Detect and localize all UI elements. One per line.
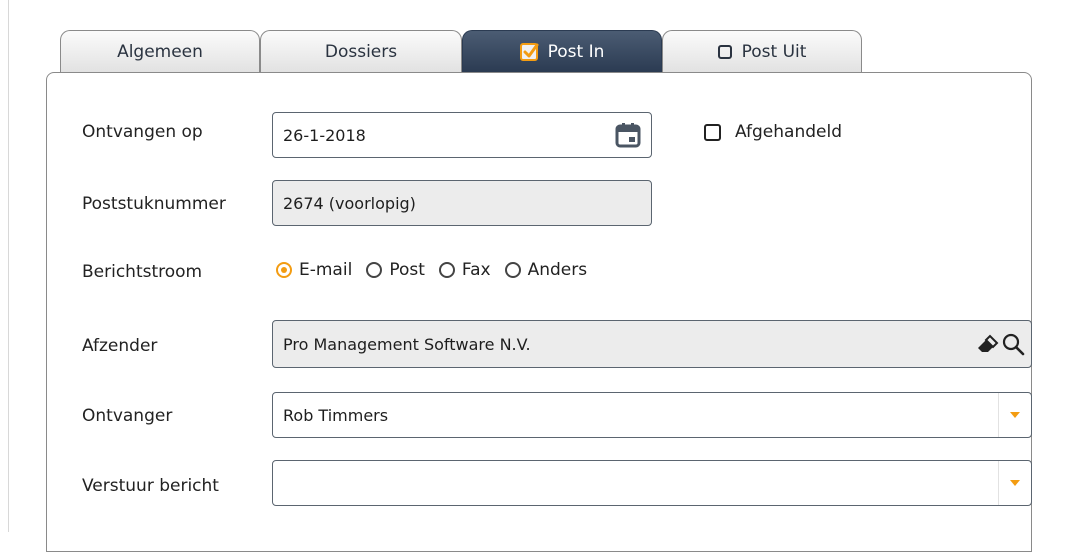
sender-actions <box>975 332 1025 356</box>
channel-label: Berichtstroom <box>82 262 203 282</box>
chevron-down-icon <box>1010 480 1020 486</box>
sender-field[interactable]: Pro Management Software N.V. <box>272 320 1032 368</box>
radio-icon[interactable] <box>438 262 455 278</box>
recipient-value: Rob Timmers <box>283 405 389 425</box>
dropdown-button[interactable] <box>998 461 1031 505</box>
radio-anders[interactable]: Anders <box>504 260 588 280</box>
calendar-icon[interactable] <box>615 122 641 148</box>
tab-dossiers[interactable]: Dossiers <box>260 30 462 72</box>
tab-algemeen[interactable]: Algemeen <box>60 30 260 72</box>
chevron-down-icon <box>1010 412 1020 418</box>
checkbox-icon[interactable] <box>717 44 732 59</box>
tab-post-uit[interactable]: Post Uit <box>662 30 862 72</box>
radio-email[interactable]: E-mail <box>276 260 352 280</box>
checkbox-icon[interactable] <box>704 123 721 141</box>
number-label: Poststuknummer <box>82 194 226 214</box>
radio-label: Fax <box>461 260 491 280</box>
search-icon[interactable] <box>1001 332 1025 356</box>
radio-label: Post <box>389 260 425 280</box>
tab-label: Algemeen <box>117 41 203 62</box>
eraser-icon[interactable] <box>975 333 999 355</box>
radio-fax[interactable]: Fax <box>438 260 491 280</box>
radio-selected-icon[interactable] <box>276 262 292 278</box>
radio-label: Anders <box>527 260 588 280</box>
number-value: 2674 (voorlopig) <box>283 193 416 213</box>
radio-icon[interactable] <box>366 262 383 278</box>
tab-label: Post In <box>547 41 605 62</box>
recipient-select[interactable]: Rob Timmers <box>272 392 1032 438</box>
sender-value: Pro Management Software N.V. <box>283 334 531 354</box>
checkbox-checked-icon[interactable] <box>519 42 539 61</box>
handled-label: Afgehandeld <box>735 122 842 142</box>
tab-label: Dossiers <box>324 41 398 62</box>
send-label: Verstuur bericht <box>82 476 219 496</box>
send-select[interactable] <box>272 460 1032 506</box>
tab-label: Post Uit <box>741 41 807 62</box>
radio-label: E-mail <box>299 260 353 280</box>
tab-post-in[interactable]: Post In <box>462 30 662 72</box>
dropdown-button[interactable] <box>998 393 1031 437</box>
recipient-label: Ontvanger <box>82 406 173 426</box>
left-divider <box>8 0 9 532</box>
received-date-field[interactable]: 26-1-2018 <box>272 112 652 158</box>
number-field: 2674 (voorlopig) <box>272 180 652 226</box>
radio-icon[interactable] <box>504 262 521 278</box>
received-date-value: 26-1-2018 <box>283 125 366 145</box>
radio-post[interactable]: Post <box>366 260 425 280</box>
handled-checkbox[interactable]: Afgehandeld <box>704 122 842 142</box>
received-label: Ontvangen op <box>82 122 203 142</box>
channel-radio-group: E-mail Post Fax Anders <box>276 260 601 280</box>
sender-label: Afzender <box>82 336 158 356</box>
